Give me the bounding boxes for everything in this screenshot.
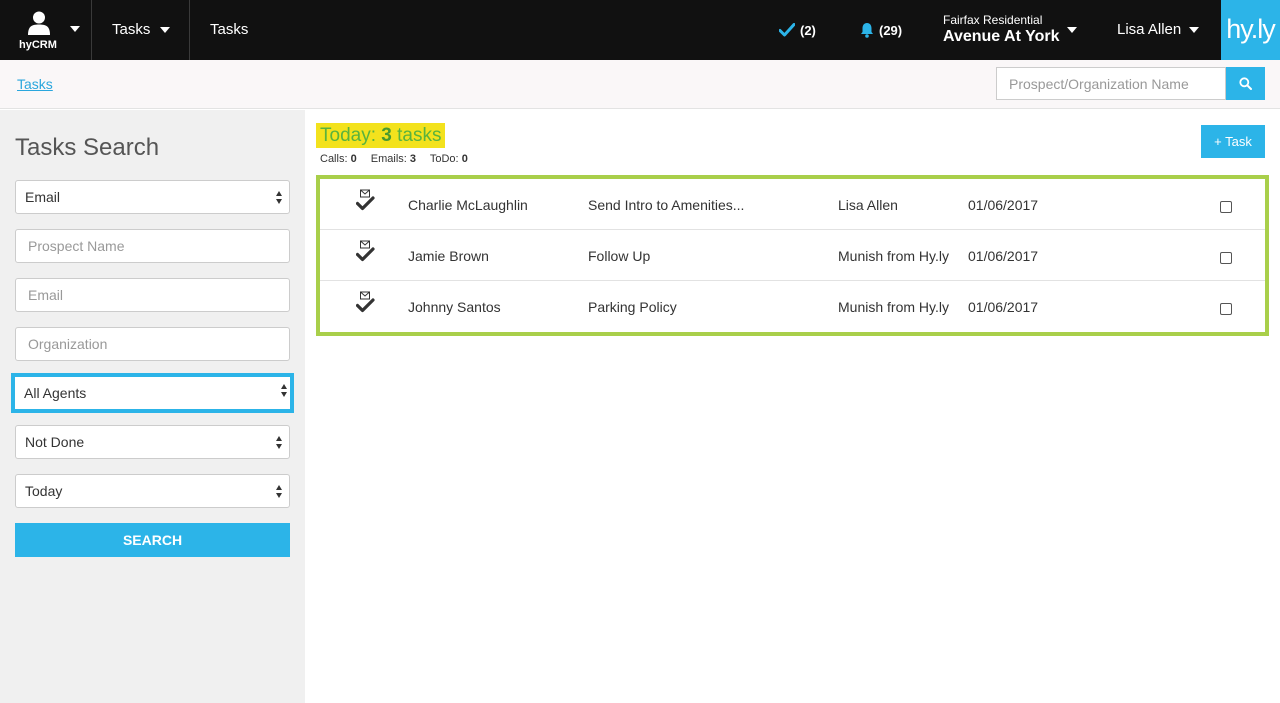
chevron-down-icon[interactable] [1189, 27, 1199, 33]
task-list: Charlie McLaughlin Send Intro to Ameniti… [316, 175, 1269, 336]
chevron-down-icon [160, 27, 170, 33]
user-menu[interactable]: Lisa Allen [1117, 21, 1181, 38]
summary-prefix: Today: [320, 125, 376, 146]
email-done-icon [356, 240, 375, 262]
date-range-value: Today [25, 483, 63, 499]
prospect-name-placeholder: Prospect Name [28, 238, 125, 254]
property-selector[interactable]: Fairfax Residential Avenue At York [943, 13, 1059, 46]
status-value: Not Done [25, 434, 85, 450]
tasks-menu-dropdown[interactable]: Tasks [92, 0, 190, 60]
organization-placeholder: Organization [28, 336, 108, 352]
todo-count: 0 [461, 153, 468, 165]
task-row[interactable]: Johnny Santos Parking Policy Munish from… [320, 281, 1265, 332]
task-subject[interactable]: Follow Up [588, 248, 650, 264]
search-icon [1239, 77, 1252, 90]
sidebar-title: Tasks Search [15, 134, 160, 161]
emails-count: 3 [409, 153, 417, 165]
email-done-icon [356, 189, 375, 211]
email-placeholder: Email [28, 287, 64, 303]
select-arrows-icon [276, 191, 284, 205]
task-type-counts: Calls: 0 Emails: 3 ToDo: 0 [320, 153, 468, 165]
task-row[interactable]: Jamie Brown Follow Up Munish from Hy.ly … [320, 230, 1265, 281]
task-date: 01/06/2017 [968, 299, 1039, 315]
top-search-button[interactable] [1226, 67, 1265, 100]
notification-count: (29) [879, 22, 903, 38]
task-subject[interactable]: Send Intro to Amenities... [588, 197, 744, 213]
task-subject[interactable]: Parking Policy [588, 299, 677, 315]
task-date: 01/06/2017 [968, 197, 1039, 213]
completed-tasks-indicator[interactable]: (2) [779, 20, 816, 40]
date-range-select[interactable]: Today [15, 474, 290, 508]
property-name: Avenue At York [943, 28, 1060, 45]
todo-label: ToDo: [429, 153, 459, 165]
task-agent: Munish from Hy.ly [838, 299, 949, 315]
select-arrows-icon [276, 485, 284, 499]
task-type-select[interactable]: Email [15, 180, 290, 214]
select-arrows-icon [276, 436, 284, 450]
email-input[interactable]: Email [15, 278, 290, 312]
summary-suffix: tasks [397, 125, 442, 146]
chevron-down-icon[interactable] [1067, 27, 1077, 33]
hyly-logo: hy.ly [1221, 0, 1280, 60]
task-done-checkbox[interactable] [1220, 252, 1232, 264]
calls-count: 0 [350, 153, 357, 165]
task-prospect-name[interactable]: Johnny Santos [408, 299, 501, 315]
task-agent: Munish from Hy.ly [838, 248, 949, 264]
summary-count: 3 [381, 125, 392, 146]
task-prospect-name[interactable]: Jamie Brown [408, 248, 489, 264]
emails-label: Emails: [370, 153, 407, 165]
task-type-value: Email [25, 189, 61, 205]
chevron-down-icon [70, 26, 80, 32]
breadcrumb-tasks-link[interactable]: Tasks [17, 76, 53, 92]
tasks-search-sidebar: Tasks Search Email Prospect Name Email O… [0, 110, 305, 703]
property-org: Fairfax Residential [943, 13, 1043, 27]
notifications-indicator[interactable]: (29) [860, 20, 902, 40]
email-done-icon [356, 291, 375, 313]
breadcrumb-bar: Tasks [0, 60, 1280, 109]
task-done-checkbox[interactable] [1220, 303, 1232, 315]
brand-name: hyCRM [19, 39, 57, 51]
add-task-button[interactable]: + Task [1201, 125, 1265, 158]
task-done-checkbox[interactable] [1220, 201, 1232, 213]
select-arrows-icon [281, 384, 289, 398]
nav-link-tasks[interactable]: Tasks [210, 21, 248, 38]
task-row[interactable]: Charlie McLaughlin Send Intro to Ameniti… [320, 179, 1265, 230]
agent-select[interactable]: All Agents [11, 373, 294, 413]
agent-value: All Agents [24, 385, 87, 401]
task-date: 01/06/2017 [968, 248, 1039, 264]
search-button[interactable]: SEARCH [15, 523, 290, 557]
prospect-name-input[interactable]: Prospect Name [15, 229, 290, 263]
prospect-org-search-input[interactable] [996, 67, 1226, 100]
status-select[interactable]: Not Done [15, 425, 290, 459]
checkmark-icon [779, 23, 795, 37]
task-prospect-name[interactable]: Charlie McLaughlin [408, 197, 528, 213]
bell-icon [861, 23, 873, 38]
organization-input[interactable]: Organization [15, 327, 290, 361]
user-icon [28, 11, 50, 35]
task-agent: Lisa Allen [838, 197, 898, 213]
brand-menu[interactable]: hyCRM [0, 0, 92, 60]
completed-count: (2) [800, 22, 816, 38]
calls-label: Calls: [320, 153, 348, 165]
tasks-menu-label: Tasks [112, 21, 151, 38]
tasks-summary-heading: Today: 3 tasks [316, 123, 446, 148]
top-navbar: hyCRM Tasks Tasks (2) (29) Fairfax Resid… [0, 0, 1280, 60]
